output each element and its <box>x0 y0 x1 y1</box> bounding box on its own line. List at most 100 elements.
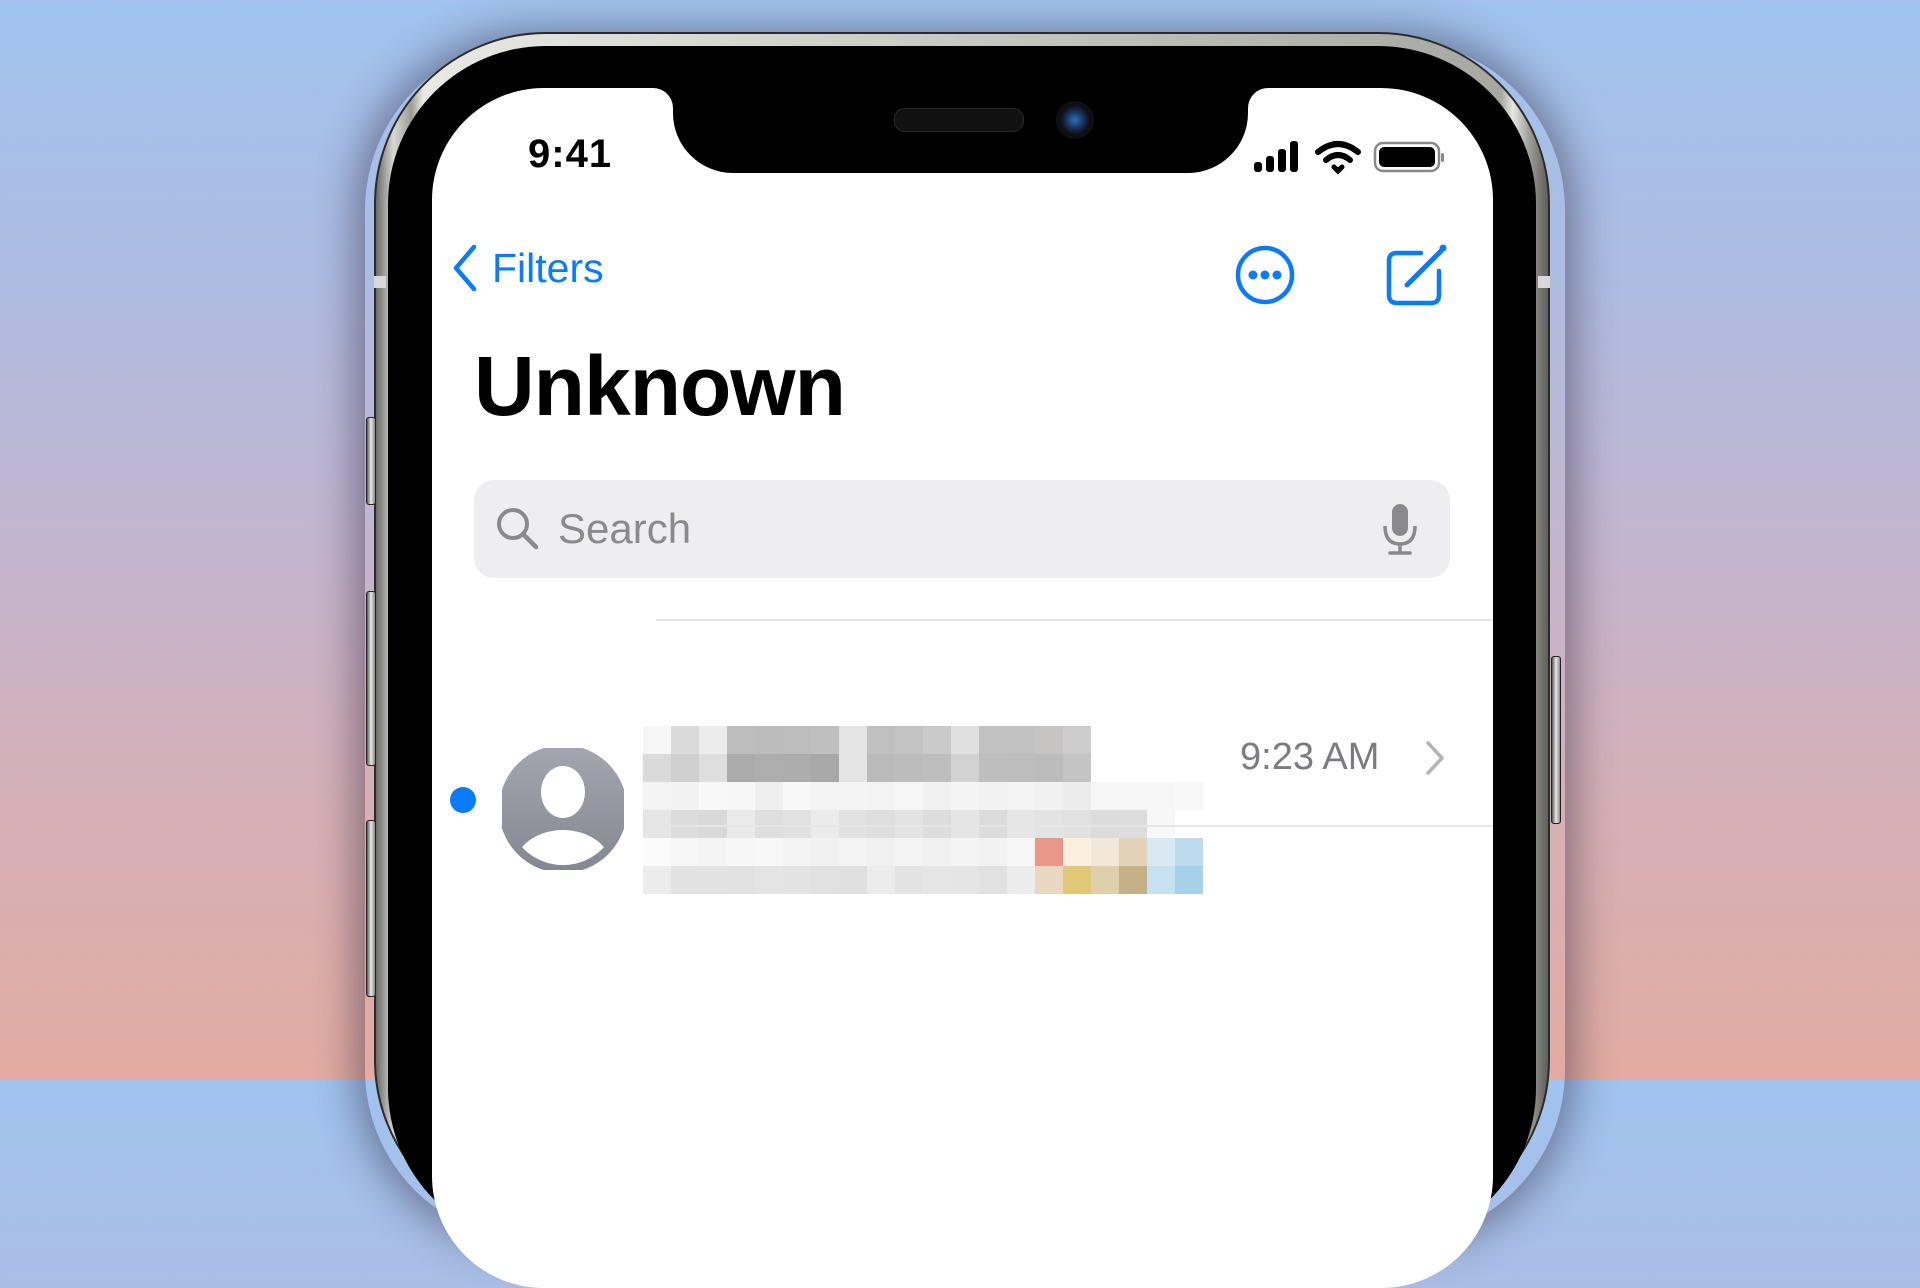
status-icons <box>1254 140 1444 181</box>
redaction-pixel <box>867 838 895 866</box>
redaction-pixel <box>755 838 783 866</box>
redaction-pixel <box>783 838 811 866</box>
redaction-pixel <box>1063 726 1091 754</box>
notch <box>673 88 1248 173</box>
redaction-pixel <box>699 810 727 838</box>
redaction-pixel <box>783 810 811 838</box>
cellular-signal-icon <box>1254 141 1298 172</box>
redaction-pixel <box>895 782 923 810</box>
redaction-pixel <box>1007 726 1035 754</box>
redaction-pixel <box>1035 726 1063 754</box>
redaction-pixel <box>1035 782 1063 810</box>
redaction-pixel <box>867 726 895 754</box>
redaction-pixel <box>1119 782 1147 810</box>
redaction-pixel <box>699 866 727 894</box>
redaction-pixel <box>643 866 671 894</box>
earpiece-speaker <box>894 108 1024 132</box>
redaction-pixel <box>839 754 867 782</box>
redaction-pixel <box>895 754 923 782</box>
redaction-pixel <box>811 866 839 894</box>
redaction-pixel <box>979 754 1007 782</box>
search-bar[interactable] <box>474 480 1450 578</box>
redaction-pixel <box>979 838 1007 866</box>
redaction-pixel <box>1147 810 1175 838</box>
redaction-pixel <box>1063 810 1091 838</box>
list-separator <box>656 825 1493 827</box>
magnifying-glass-icon <box>497 508 539 550</box>
redaction-pixel <box>643 810 671 838</box>
status-time: 9:41 <box>528 132 613 176</box>
redaction-pixel <box>783 754 811 782</box>
redaction-pixel <box>1063 866 1091 894</box>
redaction-pixel <box>839 810 867 838</box>
redaction-pixel <box>1175 782 1203 810</box>
microphone-icon[interactable] <box>1380 502 1420 558</box>
front-camera <box>1056 101 1094 139</box>
redaction-pixel <box>727 726 755 754</box>
redaction-pixel <box>979 782 1007 810</box>
redaction-pixel <box>1063 782 1091 810</box>
redaction-pixel <box>895 866 923 894</box>
redaction-pixel <box>643 782 671 810</box>
redaction-pixel <box>755 866 783 894</box>
redaction-pixel <box>1147 838 1175 866</box>
redaction-pixel <box>755 810 783 838</box>
redaction-pixel <box>755 726 783 754</box>
redaction-pixel <box>1175 866 1203 894</box>
redaction-pixel <box>699 838 727 866</box>
redaction-pixel <box>951 810 979 838</box>
redaction-pixel <box>727 838 755 866</box>
redaction-pixel <box>867 810 895 838</box>
more-button[interactable] <box>1234 244 1296 311</box>
phone-screen: 9:41 Filters Unknown Search 9:23 AM <box>432 88 1493 1288</box>
redaction-pixel <box>979 726 1007 754</box>
redaction-pixel <box>839 866 867 894</box>
message-list-item[interactable]: 9:23 AM <box>432 620 1493 894</box>
redaction-pixel <box>951 726 979 754</box>
redaction-pixel <box>811 782 839 810</box>
search-input[interactable] <box>556 504 1340 554</box>
redaction-pixel <box>867 866 895 894</box>
person-placeholder-icon <box>502 748 624 870</box>
redaction-pixel <box>1035 866 1063 894</box>
redaction-pixel <box>951 838 979 866</box>
volume-down-button <box>366 820 376 997</box>
redaction-pixel <box>671 838 699 866</box>
unread-indicator <box>450 787 476 813</box>
redaction-pixel <box>783 866 811 894</box>
redaction-pixel <box>755 754 783 782</box>
chevron-right-icon <box>1426 741 1444 775</box>
redaction-pixel <box>1007 838 1035 866</box>
back-button[interactable]: Filters <box>452 244 604 292</box>
redaction-pixel <box>1119 838 1147 866</box>
redaction-pixel <box>811 810 839 838</box>
redaction-pixel <box>727 810 755 838</box>
redaction-pixel <box>1007 866 1035 894</box>
compose-button[interactable] <box>1385 243 1449 312</box>
redaction-pixel <box>1119 866 1147 894</box>
redaction-pixel <box>867 782 895 810</box>
redaction-pixel <box>671 810 699 838</box>
redaction-pixel <box>839 726 867 754</box>
redaction-pixel <box>1091 810 1119 838</box>
message-time: 9:23 AM <box>1240 736 1380 778</box>
compose-icon <box>1386 244 1447 306</box>
redaction-pixel <box>699 782 727 810</box>
redaction-pixel <box>1175 838 1203 866</box>
redaction-pixel <box>699 754 727 782</box>
side-button <box>1551 656 1561 824</box>
redaction-pixel <box>727 782 755 810</box>
redaction-pixel <box>979 810 1007 838</box>
redaction-pixel <box>1147 782 1175 810</box>
redaction-pixel <box>923 726 951 754</box>
redaction-pixel <box>783 782 811 810</box>
redaction-pixel <box>895 810 923 838</box>
redaction-pixel <box>839 838 867 866</box>
redaction-pixel <box>895 726 923 754</box>
redaction-pixel <box>1119 810 1147 838</box>
redaction-pixel <box>839 782 867 810</box>
volume-up-button <box>366 591 376 766</box>
redaction-pixel <box>951 782 979 810</box>
redaction-pixel <box>951 754 979 782</box>
redaction-pixel <box>671 782 699 810</box>
